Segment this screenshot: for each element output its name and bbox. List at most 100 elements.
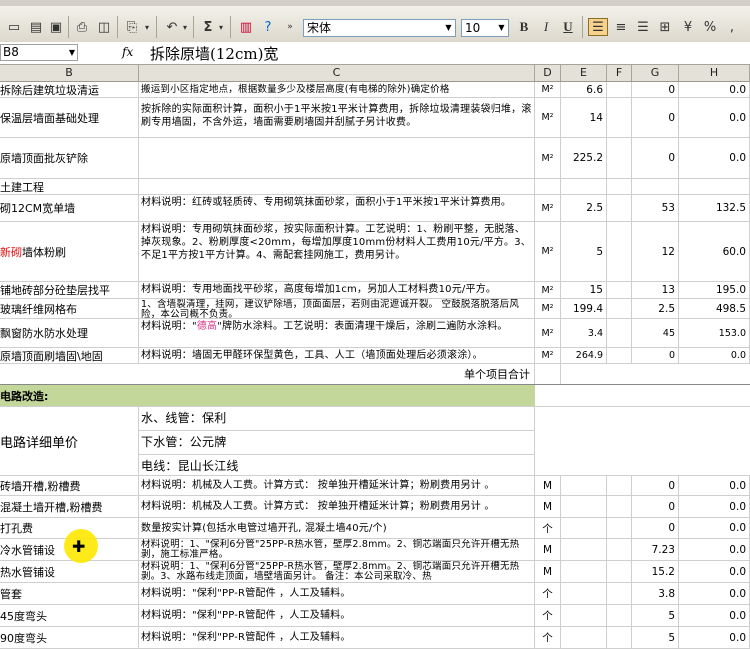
cell-h[interactable]: 0.0 xyxy=(679,82,750,97)
cell-c[interactable] xyxy=(139,138,535,178)
cell-e[interactable] xyxy=(561,627,607,648)
cell-c[interactable]: 数量按实计算(包括水电管过墙开孔, 混凝土墙40元/个) xyxy=(139,518,535,538)
percent-icon[interactable]: % xyxy=(700,18,720,36)
new-icon[interactable]: ▭ xyxy=(4,18,24,36)
cell-e[interactable] xyxy=(561,496,607,517)
align-right-icon[interactable]: ☰ xyxy=(633,18,653,36)
cell-b[interactable]: 拆除后建筑垃圾清运 xyxy=(0,82,139,97)
cell-f[interactable] xyxy=(607,539,632,560)
column-header-e[interactable]: E xyxy=(561,65,607,81)
cell-c[interactable]: 材料说明："保利"PP-R管配件 ，人工及辅料。 xyxy=(139,583,535,604)
cell-d[interactable]: M² xyxy=(535,282,561,298)
align-center-icon[interactable]: ≡ xyxy=(611,18,631,36)
cell-e[interactable] xyxy=(561,561,607,582)
cell-g[interactable]: 2.5 xyxy=(632,299,679,318)
cell-d[interactable]: 个 xyxy=(535,583,561,604)
cell-e[interactable]: 15 xyxy=(561,282,607,298)
cell-g[interactable]: 0 xyxy=(632,496,679,517)
name-box[interactable]: B8 ▼ xyxy=(0,44,78,61)
cell-f[interactable] xyxy=(607,583,632,604)
cell-e[interactable] xyxy=(561,539,607,560)
column-header-g[interactable]: G xyxy=(632,65,679,81)
cell-d[interactable]: 个 xyxy=(535,627,561,648)
column-header-h[interactable]: H xyxy=(679,65,750,81)
cell-g[interactable] xyxy=(632,179,679,194)
cell-e[interactable] xyxy=(561,518,607,538)
cell-b[interactable]: 铺地砖部分砼垫层找平 xyxy=(0,282,139,298)
cell-h[interactable]: 0.0 xyxy=(679,561,750,582)
cell-d[interactable] xyxy=(535,364,561,384)
cell-d[interactable]: M xyxy=(535,476,561,495)
cell-e[interactable]: 5 xyxy=(561,222,607,281)
cell-c[interactable]: 材料说明：专用地面找平砂浆，高度每增加1cm，另加人工材料费10元/平方。 xyxy=(139,282,535,298)
cell-d[interactable]: 个 xyxy=(535,605,561,626)
cell-h[interactable]: 0.0 xyxy=(679,476,750,495)
cell-e[interactable]: 14 xyxy=(561,98,607,137)
cell-g[interactable]: 0 xyxy=(632,138,679,178)
cell-d[interactable]: M² xyxy=(535,348,561,363)
cell-h[interactable]: 0.0 xyxy=(679,605,750,626)
cell-c[interactable]: 材料说明：墙固无甲醛环保型黄色，工具、人工（墙顶面处理后必须滚涂）。 xyxy=(139,348,535,363)
paste-icon[interactable]: ⎘ xyxy=(122,18,142,36)
cell-b[interactable]: 热水管铺设 xyxy=(0,561,139,582)
underline-button[interactable]: U xyxy=(558,18,578,36)
cell-c[interactable]: 材料说明：1、"保利6分管"25PP-R热水管，壁厚2.8mm。2、铜芯端面只允… xyxy=(139,561,535,582)
cell-d[interactable]: M² xyxy=(535,195,561,221)
cell-e[interactable]: 2.5 xyxy=(561,195,607,221)
font-size-select[interactable]: 10 ▼ xyxy=(461,19,509,37)
cell-b[interactable]: 新砌 墙体粉刷 xyxy=(0,222,139,281)
column-header-b[interactable]: B xyxy=(0,65,139,81)
cell-b[interactable]: 玻璃纤维网格布 xyxy=(0,299,139,318)
cell-h[interactable]: 0.0 xyxy=(679,518,750,538)
bold-button[interactable]: B xyxy=(514,18,534,36)
autosum-dropdown-icon[interactable]: ▾ xyxy=(216,18,226,36)
help-icon[interactable]: ? xyxy=(258,18,278,36)
section-header[interactable]: 电路改造: xyxy=(0,385,535,406)
cell-c[interactable] xyxy=(139,179,535,194)
cell-f[interactable] xyxy=(607,496,632,517)
cell-b[interactable]: 飘窗防水防水处理 xyxy=(0,319,139,347)
cell-f[interactable] xyxy=(607,518,632,538)
cell-h[interactable]: 0.0 xyxy=(679,496,750,517)
cell-e[interactable] xyxy=(561,583,607,604)
cell-g[interactable]: 5 xyxy=(632,627,679,648)
cell-e[interactable]: 6.6 xyxy=(561,82,607,97)
column-header-d[interactable]: D xyxy=(535,65,561,81)
undo-dropdown-icon[interactable]: ▾ xyxy=(180,18,190,36)
font-name-select[interactable]: 宋体 ▼ xyxy=(303,19,456,37)
cell-f[interactable] xyxy=(607,476,632,495)
cell-h[interactable]: 0.0 xyxy=(679,583,750,604)
cell-d[interactable] xyxy=(535,179,561,194)
cell-h[interactable]: 153.0 xyxy=(679,319,750,347)
cell-d[interactable]: M² xyxy=(535,222,561,281)
cell-f[interactable] xyxy=(607,98,632,137)
cell-h[interactable]: 195.0 xyxy=(679,282,750,298)
cell-h[interactable]: 0.0 xyxy=(679,98,750,137)
cell-g[interactable]: 0 xyxy=(632,82,679,97)
cell-e[interactable] xyxy=(561,605,607,626)
cell-g[interactable]: 12 xyxy=(632,222,679,281)
cell-c[interactable]: 材料说明：机械及人工费。计算方式： 按单独开槽延米计算；粉刷费用另计 。 xyxy=(139,476,535,495)
cell-b[interactable]: 90度弯头 xyxy=(0,627,139,648)
cell-c[interactable]: 水、线管：保利 下水管：公元牌 电线：昆山长江线 xyxy=(139,407,535,475)
cell-c[interactable]: 1、含墙裂清理，挂网，建议铲除墙，顶面面层，若则由泥遮诚开裂。 空鼓脱落脱落后风… xyxy=(139,299,535,318)
cell-e[interactable]: 225.2 xyxy=(561,138,607,178)
cell-f[interactable] xyxy=(607,222,632,281)
cell-g[interactable]: 7.23 xyxy=(632,539,679,560)
cell-d[interactable]: M² xyxy=(535,138,561,178)
cell-f[interactable] xyxy=(607,561,632,582)
cell-d[interactable]: M² xyxy=(535,98,561,137)
cell-f[interactable] xyxy=(607,348,632,363)
cell-d[interactable]: M² xyxy=(535,299,561,318)
autosum-icon[interactable]: Σ xyxy=(198,18,218,36)
cell-g[interactable]: 45 xyxy=(632,319,679,347)
print-icon[interactable]: ⎙ xyxy=(72,18,92,36)
cell-h[interactable]: 0.0 xyxy=(679,539,750,560)
cell-f[interactable] xyxy=(607,627,632,648)
cell-d[interactable]: 个 xyxy=(535,518,561,538)
merge-center-icon[interactable]: ⊞ xyxy=(655,18,675,36)
cell-b[interactable]: 保温层墙面基础处理 xyxy=(0,98,139,137)
cell-f[interactable] xyxy=(607,82,632,97)
cell-f[interactable] xyxy=(607,299,632,318)
cell-b[interactable]: 45度弯头 xyxy=(0,605,139,626)
